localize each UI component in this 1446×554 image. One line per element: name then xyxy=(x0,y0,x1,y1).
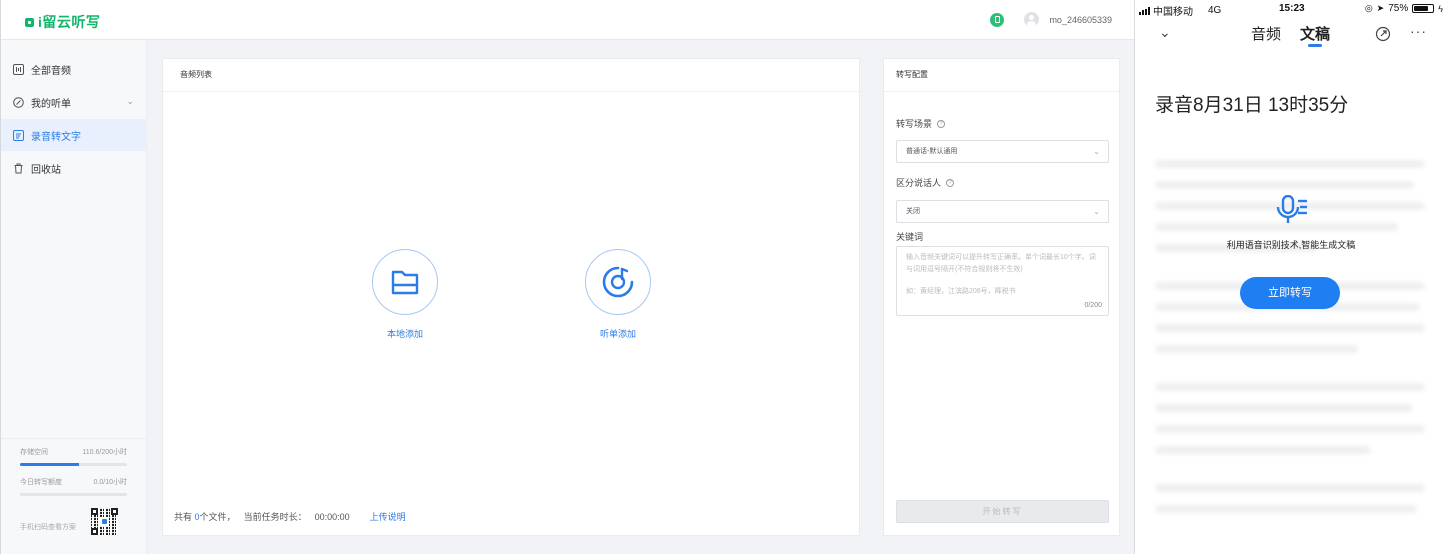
sidebar-item-label: 全部音频 xyxy=(31,65,71,77)
local-add-label: 本地添加 xyxy=(386,329,423,339)
audio-list-title: 音频列表 xyxy=(163,59,859,92)
file-count-text: 共有 0个文件， xyxy=(174,512,236,522)
tab-audio[interactable]: 音频 xyxy=(1251,23,1281,44)
storage-value: 110.6/200小时 xyxy=(82,449,127,456)
user-area: mo_246605339 xyxy=(990,12,1112,27)
charging-icon: ϟ xyxy=(1438,3,1443,14)
tab-indicator xyxy=(1308,44,1322,47)
sidebar: 全部音频 我的听单 ⌄ 录音转文字 回收站 存储空间 110.6/200小时 今… xyxy=(1,40,147,554)
top-bar: i留云听写 mo_246605339 xyxy=(1,0,1134,40)
folder-icon[interactable] xyxy=(372,249,438,315)
playlist-add-button[interactable]: 听单添加 xyxy=(578,249,658,340)
keywords-placeholder-hint: 输入音频关键词可以提升转写正确率。单个词最长10个字。词与词用逗号隔开(不符合规… xyxy=(906,254,1096,273)
daily-quota-value: 0.0/10小时 xyxy=(93,479,127,486)
sidebar-item-label: 我的听单 xyxy=(31,98,71,110)
orientation-lock-icon: ◎ xyxy=(1364,3,1373,13)
sidebar-item-my-playlist[interactable]: 我的听单 ⌄ xyxy=(1,86,146,118)
storage-label: 存储空间 xyxy=(20,449,48,456)
sidebar-item-label: 回收站 xyxy=(31,164,61,176)
manage-plan-text: 手机扫码查看方案 xyxy=(20,524,76,531)
desktop-app: i留云听写 mo_246605339 全部音频 我的听单 ⌄ 录音转文字 回收站… xyxy=(0,0,1134,554)
network-type: 4G xyxy=(1208,5,1222,16)
transcribe-now-button[interactable]: 立即转写 xyxy=(1240,277,1340,309)
scene-label: 转写场景 ? xyxy=(896,117,946,130)
logo-icon xyxy=(25,17,34,27)
keywords-label: 关键词 xyxy=(896,232,924,242)
char-count: 0/200 xyxy=(1084,302,1102,309)
local-add-button[interactable]: 本地添加 xyxy=(365,249,445,340)
storage-progress-bar xyxy=(20,463,127,466)
location-icon: ➤ xyxy=(1376,3,1385,13)
sidebar-item-transcribe[interactable]: 录音转文字 xyxy=(1,119,146,151)
transcribe-config-panel: 转写配置 转写场景 ? 普通话-默认通用 ⌄ 区分说话人 ? 关闭 ⌄ 关键词 … xyxy=(883,58,1120,536)
audio-file-icon xyxy=(13,63,24,75)
sidebar-item-trash[interactable]: 回收站 xyxy=(1,152,146,184)
microphone-icon xyxy=(1274,194,1308,230)
logo-text: i留云听写 xyxy=(38,14,101,30)
playlist-icon xyxy=(13,96,24,108)
status-bar: 中国移动 4G 15:23 ◎ ➤ 75% ϟ xyxy=(1135,0,1446,18)
transcribe-icon xyxy=(13,129,24,141)
help-icon[interactable]: ? xyxy=(937,119,946,128)
start-transcribe-button[interactable]: 开始转写 xyxy=(896,500,1109,523)
chevron-down-icon: ⌄ xyxy=(1093,147,1100,156)
chevron-down-icon: ⌄ xyxy=(1093,207,1100,216)
scene-select[interactable]: 普通话-默认通用 ⌄ xyxy=(896,140,1109,163)
mobile-nav: ⌄ 音频 文稿 ··· xyxy=(1135,20,1446,50)
username[interactable]: mo_246605339 xyxy=(1049,15,1112,25)
more-icon[interactable]: ··· xyxy=(1410,23,1427,39)
tab-doc[interactable]: 文稿 xyxy=(1300,23,1330,44)
signal-icon xyxy=(1139,6,1150,15)
config-title: 转写配置 xyxy=(884,59,1119,92)
clock: 15:23 xyxy=(1279,3,1305,14)
mobile-screen: 中国移动 4G 15:23 ◎ ➤ 75% ϟ ⌄ 音频 文稿 ··· 录音8月… xyxy=(1134,0,1446,554)
recording-title: 录音8月31日 13时35分 xyxy=(1155,95,1349,116)
share-icon[interactable] xyxy=(1375,26,1391,47)
chevron-down-icon[interactable]: ⌄ xyxy=(1159,24,1171,41)
duration-label: 当前任务时长： xyxy=(243,512,307,522)
sidebar-item-label: 录音转文字 xyxy=(31,131,81,143)
task-duration: 00:00:00 xyxy=(314,511,350,522)
storage-stat: 存储空间 110.6/200小时 xyxy=(20,447,127,466)
daily-quota-stat: 今日转写额度 0.0/10小时 xyxy=(20,477,127,496)
playlist-add-label: 听单添加 xyxy=(599,329,636,339)
promo-text: 利用语音识别技术,智能生成文稿 xyxy=(1226,240,1356,250)
daily-quota-label: 今日转写额度 xyxy=(20,479,62,486)
keywords-textarea[interactable]: 输入音频关键词可以提升转写正确率。单个词最长10个字。词与词用逗号隔开(不符合规… xyxy=(896,246,1109,316)
audio-list-footer: 共有 0个文件， 当前任务时长： 00:00:00 上传说明 xyxy=(174,510,406,523)
music-disc-icon[interactable] xyxy=(585,249,651,315)
app-logo[interactable]: i留云听写 xyxy=(25,12,100,32)
qr-code-icon xyxy=(91,508,118,535)
mobile-app-icon[interactable] xyxy=(990,12,1005,27)
speaker-select[interactable]: 关闭 ⌄ xyxy=(896,200,1109,223)
keywords-placeholder-example: 如：黄经理，江滨路208号，降税书 xyxy=(906,288,1016,295)
daily-quota-progress-bar xyxy=(20,493,127,496)
battery-icon xyxy=(1412,4,1435,13)
battery-percent: 75% xyxy=(1388,3,1409,14)
avatar[interactable] xyxy=(1024,12,1040,27)
sidebar-item-all-audio[interactable]: 全部音频 xyxy=(1,53,146,85)
chevron-down-icon[interactable]: ⌄ xyxy=(126,96,134,107)
usage-panel: 存储空间 110.6/200小时 今日转写额度 0.0/10小时 手机扫码查看方… xyxy=(1,438,147,554)
help-icon[interactable]: ? xyxy=(946,178,955,187)
carrier: 中国移动 xyxy=(1153,7,1193,18)
upload-help-link[interactable]: 上传说明 xyxy=(370,510,406,523)
trash-icon xyxy=(13,163,24,174)
speaker-label: 区分说话人 ? xyxy=(896,176,955,189)
audio-list-panel: 音频列表 本地添加 听单添加 共有 0个文件， 当前任务时长： 00:00:00… xyxy=(162,58,860,536)
